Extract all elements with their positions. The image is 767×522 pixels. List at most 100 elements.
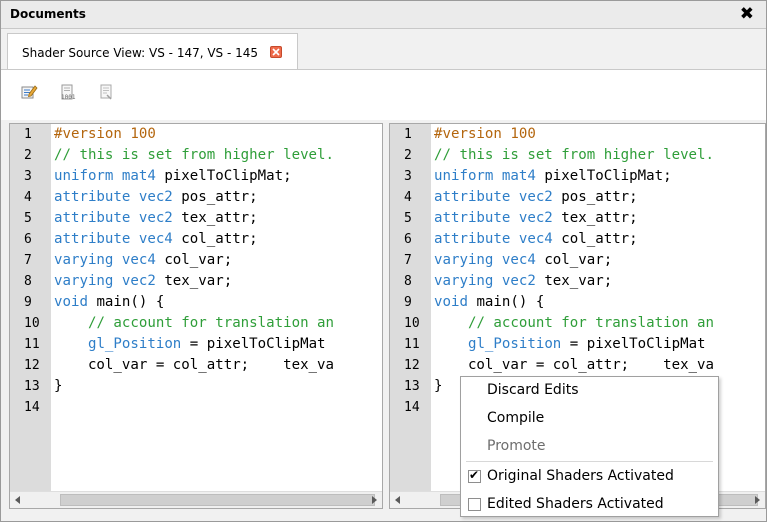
code-token: tex_attr; bbox=[552, 210, 638, 226]
line-number: 7 bbox=[24, 253, 32, 268]
code-token: tex_var; bbox=[535, 273, 613, 289]
keyword-token: gl_Position bbox=[87, 336, 182, 352]
keyword-token: attribute vec2 bbox=[434, 210, 553, 226]
original-shader-editor[interactable]: 1 #version 100 2 // this is set from higher… bbox=[9, 123, 383, 509]
code-line: 3 uniform mat4 pixelToClipMat; bbox=[390, 166, 765, 187]
comment-token: // account for translation an bbox=[87, 315, 335, 331]
scroll-left-icon[interactable] bbox=[395, 496, 400, 504]
menu-item-original-shaders-activated[interactable]: Original Shaders Activated bbox=[487, 468, 674, 484]
line-number: 5 bbox=[404, 211, 412, 226]
keyword-token: attribute vec2 bbox=[54, 210, 173, 226]
keyword-token: attribute vec4 bbox=[434, 231, 553, 247]
menu-item-discard-edits[interactable]: Discard Edits bbox=[487, 382, 579, 398]
keyword-token: attribute vec2 bbox=[434, 189, 553, 205]
line-number: 3 bbox=[404, 169, 412, 184]
code-line: 2 // this is set from higher level. bbox=[390, 145, 765, 166]
title-bar: Documents ✖ bbox=[1, 1, 766, 29]
line-number: 10 bbox=[24, 316, 40, 331]
code-text: } bbox=[434, 376, 443, 397]
keyword-token: void bbox=[54, 294, 88, 310]
code-token: main() { bbox=[467, 294, 545, 310]
line-number: 8 bbox=[404, 274, 412, 289]
code-line: 11 gl_Position = pixelToClipMat bbox=[10, 334, 382, 355]
svg-text:1001: 1001 bbox=[61, 94, 76, 101]
code-text: // this is set from higher level. bbox=[434, 145, 714, 166]
code-token: = pixelToClipMat bbox=[561, 336, 706, 352]
line-number: 14 bbox=[404, 400, 420, 415]
line-number: 13 bbox=[404, 379, 420, 394]
scroll-right-icon[interactable] bbox=[755, 496, 760, 504]
menu-item-compile[interactable]: Compile bbox=[487, 410, 544, 426]
code-token: pixelToClipMat; bbox=[535, 168, 672, 184]
code-text: uniform mat4 pixelToClipMat; bbox=[434, 166, 672, 187]
line-number: 6 bbox=[404, 232, 412, 247]
code-line: 8 varying vec2 tex_var; bbox=[390, 271, 765, 292]
edited-shaders-checkbox[interactable] bbox=[468, 498, 481, 511]
code-token: } bbox=[434, 378, 443, 394]
code-token: col_var = col_attr; tex_va bbox=[434, 357, 715, 373]
code-text: gl_Position = pixelToClipMat bbox=[54, 334, 326, 355]
code-line: 12 col_var = col_attr; tex_va bbox=[390, 355, 765, 376]
line-number: 5 bbox=[24, 211, 32, 226]
code-line: 2 // this is set from higher level. bbox=[10, 145, 382, 166]
line-number: 13 bbox=[24, 379, 40, 394]
line-number: 6 bbox=[24, 232, 32, 247]
close-tab-icon[interactable] bbox=[270, 46, 282, 58]
menu-item-edited-shaders-activated[interactable]: Edited Shaders Activated bbox=[487, 496, 664, 512]
code-line: 12 col_var = col_attr; tex_va bbox=[10, 355, 382, 376]
window-title: Documents bbox=[10, 7, 86, 21]
line-number: 2 bbox=[24, 148, 32, 163]
keyword-token: varying vec4 bbox=[434, 252, 536, 268]
code-line: 5 attribute vec2 tex_attr; bbox=[10, 208, 382, 229]
code-text: attribute vec2 tex_attr; bbox=[434, 208, 638, 229]
code-token: main() { bbox=[87, 294, 165, 310]
code-text: } bbox=[54, 376, 63, 397]
line-number: 9 bbox=[24, 295, 32, 310]
keyword-token: attribute vec4 bbox=[54, 231, 173, 247]
line-number: 2 bbox=[404, 148, 412, 163]
code-text: attribute vec2 pos_attr; bbox=[54, 187, 258, 208]
code-text: // this is set from higher level. bbox=[54, 145, 334, 166]
keyword-token: varying vec2 bbox=[54, 273, 156, 289]
scroll-right-icon[interactable] bbox=[372, 496, 377, 504]
promote-icon[interactable] bbox=[97, 83, 117, 103]
code-text: attribute vec4 col_attr; bbox=[434, 229, 638, 250]
keyword-token: attribute vec2 bbox=[54, 189, 173, 205]
scrollbar-thumb[interactable] bbox=[60, 494, 375, 506]
code-text: gl_Position = pixelToClipMat bbox=[434, 334, 706, 355]
original-shaders-checkbox[interactable]: ✔ bbox=[468, 468, 481, 483]
code-text: attribute vec2 pos_attr; bbox=[434, 187, 638, 208]
keyword-token: gl_Position bbox=[467, 336, 562, 352]
line-number: 4 bbox=[404, 190, 412, 205]
compile-icon[interactable]: 1001 bbox=[59, 83, 79, 103]
code-token: } bbox=[54, 378, 63, 394]
code-token: col_var = col_attr; tex_va bbox=[54, 357, 335, 373]
preprocessor-token: #version 100 bbox=[434, 126, 536, 142]
code-line: 3 uniform mat4 pixelToClipMat; bbox=[10, 166, 382, 187]
comment-token: // this is set from higher level. bbox=[54, 147, 335, 163]
comment-token: // this is set from higher level. bbox=[434, 147, 715, 163]
code-line: 4 attribute vec2 pos_attr; bbox=[10, 187, 382, 208]
code-line: 11 gl_Position = pixelToClipMat bbox=[390, 334, 765, 355]
code-text: col_var = col_attr; tex_va bbox=[434, 355, 714, 376]
edit-icon[interactable] bbox=[20, 83, 40, 103]
scroll-left-icon[interactable] bbox=[15, 496, 20, 504]
code-line: 1 #version 100 bbox=[10, 124, 382, 145]
line-number: 10 bbox=[404, 316, 420, 331]
line-number: 11 bbox=[404, 337, 420, 352]
keyword-token: varying vec4 bbox=[54, 252, 156, 268]
line-number: 8 bbox=[24, 274, 32, 289]
horizontal-scrollbar[interactable] bbox=[10, 491, 382, 508]
code-text: attribute vec4 col_attr; bbox=[54, 229, 258, 250]
toolbar: 1001 bbox=[1, 70, 766, 120]
line-number: 4 bbox=[24, 190, 32, 205]
context-menu: Discard Edits Compile Promote ✔ Original… bbox=[460, 376, 719, 517]
code-token: tex_var; bbox=[155, 273, 233, 289]
preprocessor-token: #version 100 bbox=[54, 126, 156, 142]
tab-shader-source-view[interactable]: Shader Source View: VS - 147, VS - 145 bbox=[7, 33, 298, 69]
close-window-icon[interactable]: ✖ bbox=[740, 4, 754, 24]
code-text: varying vec2 tex_var; bbox=[54, 271, 232, 292]
code-line: 14 bbox=[10, 397, 382, 418]
line-number: 11 bbox=[24, 337, 40, 352]
